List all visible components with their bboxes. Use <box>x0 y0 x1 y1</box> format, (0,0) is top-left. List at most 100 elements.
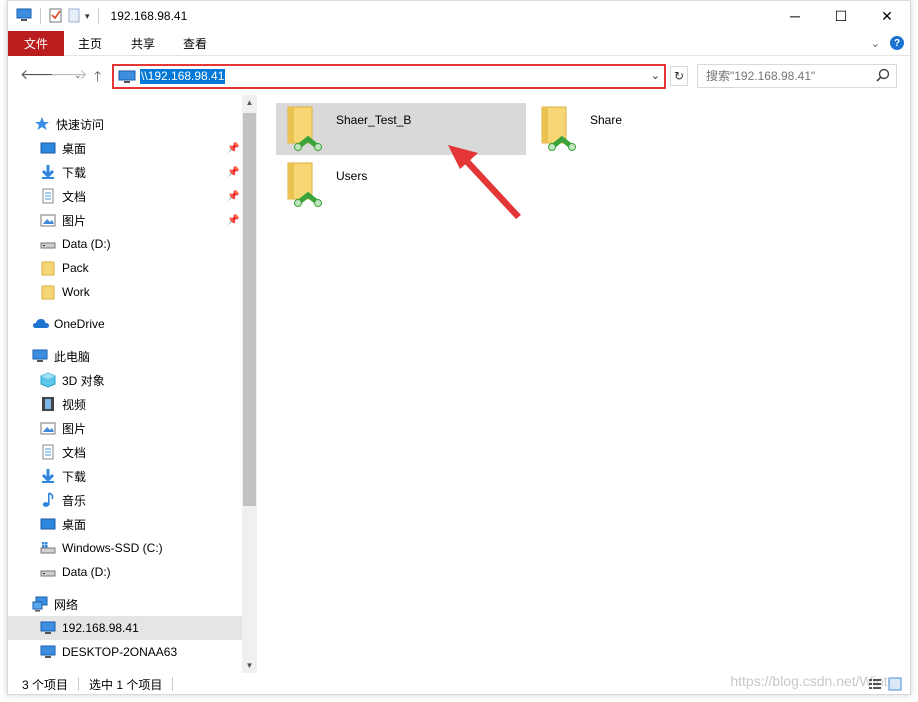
share-item-shaer-test-b[interactable]: Shaer_Test_B <box>276 103 526 155</box>
download-icon <box>40 468 56 484</box>
document-icon <box>40 444 56 460</box>
share-item-users[interactable]: Users <box>276 159 526 211</box>
nav-label: 音乐 <box>62 493 87 508</box>
expand-ribbon-icon[interactable]: ⌄ <box>871 37 880 50</box>
network-folder-icon <box>280 103 328 155</box>
nav-label: 快速访问 <box>56 117 105 132</box>
tab-view[interactable]: 查看 <box>170 31 220 56</box>
item-count: 3 个项目 <box>22 677 69 692</box>
search-input[interactable] <box>706 69 876 83</box>
nav-item-work[interactable]: Work <box>40 280 90 304</box>
nav-label: 文档 <box>62 445 87 460</box>
close-button[interactable]: ✕ <box>864 1 910 31</box>
search-icon[interactable] <box>876 68 890 85</box>
status-bar: 3 个项目 选中 1 个项目 https://blog.csdn.net/Win… <box>8 673 910 694</box>
nav-item-data-d-pc[interactable]: Data (D:) <box>40 560 111 584</box>
share-item-share[interactable]: Share <box>530 103 780 155</box>
tab-share[interactable]: 共享 <box>118 31 168 56</box>
help-icon[interactable]: ? <box>890 36 904 50</box>
cube-icon <box>40 372 56 388</box>
nav-label: Work <box>62 285 90 299</box>
up-button[interactable]: 🡑 <box>94 66 101 90</box>
computer-icon[interactable] <box>16 8 32 25</box>
download-icon <box>40 164 56 180</box>
address-dropdown-icon[interactable]: ⌄ <box>651 69 660 82</box>
new-folder-icon[interactable] <box>67 7 81 26</box>
nav-label: OneDrive <box>54 317 105 331</box>
desktop-icon <box>40 140 56 156</box>
nav-item-windows-ssd[interactable]: Windows-SSD (C:) <box>40 536 163 560</box>
drive-icon <box>40 564 56 580</box>
view-toggle <box>868 677 902 694</box>
large-icons-view-icon[interactable] <box>888 677 902 694</box>
picture-icon <box>40 212 56 228</box>
properties-icon[interactable] <box>49 7 63 26</box>
scroll-thumb[interactable] <box>243 113 256 506</box>
computer-icon <box>40 644 56 660</box>
nav-item-3d-objects[interactable]: 3D 对象 <box>40 368 105 392</box>
nav-label: 图片 <box>62 213 87 228</box>
tab-file[interactable]: 文件 <box>8 30 64 56</box>
pin-icon: 📌 <box>227 167 240 178</box>
details-view-icon[interactable] <box>868 677 882 694</box>
navigation-bar: 🡐 🡒 ⌄ 🡑 \\192.168.98.41 ⌄ ↻ <box>8 57 910 95</box>
network-folder-icon <box>280 159 328 211</box>
search-box[interactable] <box>697 64 897 88</box>
selected-count: 选中 1 个项目 <box>89 677 163 692</box>
nav-label: 下载 <box>62 469 87 484</box>
nav-item-documents[interactable]: 文档 <box>40 184 86 208</box>
window-controls: ─ ☐ ✕ <box>772 1 910 31</box>
nav-item-desktop-pc[interactable]: 桌面 <box>40 512 86 536</box>
navigation-pane: 快速访问 桌面 📌 下载 📌 文档 📌 图片 📌 Data (D:) Pack <box>8 95 258 673</box>
nav-label: 3D 对象 <box>62 373 105 388</box>
nav-item-downloads-pc[interactable]: 下载 <box>40 464 86 488</box>
nav-item-desktop-2onaa63[interactable]: DESKTOP-2ONAA63 <box>40 640 177 664</box>
minimize-button[interactable]: ─ <box>772 1 818 31</box>
ribbon-tabs: 文件 主页 共享 查看 ⌄ ? <box>8 30 910 56</box>
nav-item-host-192-168-98-41[interactable]: 192.168.98.41 <box>8 616 242 640</box>
ribbon-right: ⌄ ? <box>871 36 904 50</box>
nav-label: 文档 <box>62 189 87 204</box>
nav-item-videos[interactable]: 视频 <box>40 392 86 416</box>
nav-label: Windows-SSD (C:) <box>62 541 163 555</box>
refresh-button[interactable]: ↻ <box>670 66 688 86</box>
network-icon <box>32 596 48 612</box>
music-note-icon <box>40 492 56 508</box>
quick-access-toolbar: ▾ <box>16 7 103 26</box>
nav-label: Data (D:) <box>62 237 111 251</box>
nav-label: 192.168.98.41 <box>62 621 139 635</box>
customize-toolbar-icon[interactable]: ▾ <box>85 11 90 22</box>
pin-icon: 📌 <box>227 191 240 202</box>
nav-quick-access[interactable]: 快速访问 <box>34 112 104 136</box>
nav-this-pc[interactable]: 此电脑 <box>32 344 90 368</box>
address-text[interactable]: \\192.168.98.41 <box>140 69 226 84</box>
item-label: Share <box>590 113 623 127</box>
nav-label: 图片 <box>62 421 87 436</box>
explorer-window: ▾ 192.168.98.41 ─ ☐ ✕ 文件 主页 共享 查看 ⌄ ? 🡐 … <box>7 0 911 695</box>
item-label: Users <box>336 169 368 183</box>
nav-item-data-d[interactable]: Data (D:) <box>40 232 111 256</box>
scroll-down-icon[interactable]: ▼ <box>242 658 257 673</box>
nav-label: Pack <box>62 261 89 275</box>
nav-label: 桌面 <box>62 517 87 532</box>
nav-item-documents-pc[interactable]: 文档 <box>40 440 86 464</box>
address-bar[interactable]: \\192.168.98.41 ⌄ <box>112 64 666 89</box>
recent-locations-icon[interactable]: ⌄ <box>74 70 82 81</box>
nav-item-pack[interactable]: Pack <box>40 256 89 280</box>
nav-item-downloads[interactable]: 下载 <box>40 160 86 184</box>
maximize-button[interactable]: ☐ <box>818 1 864 31</box>
tab-home[interactable]: 主页 <box>64 31 116 56</box>
nav-item-pictures[interactable]: 图片 <box>40 208 86 232</box>
nav-item-desktop[interactable]: 桌面 <box>40 136 86 160</box>
computer-icon <box>40 620 56 636</box>
picture-icon <box>40 420 56 436</box>
nav-scrollbar[interactable]: ▲ ▼ <box>242 95 257 673</box>
pin-icon: 📌 <box>227 215 240 226</box>
nav-network[interactable]: 网络 <box>32 592 78 616</box>
nav-onedrive[interactable]: OneDrive <box>32 312 105 336</box>
nav-item-pictures-pc[interactable]: 图片 <box>40 416 86 440</box>
forward-button[interactable]: 🡒 <box>50 66 88 83</box>
window-title: 192.168.98.41 <box>110 9 188 23</box>
nav-item-music[interactable]: 音乐 <box>40 488 86 512</box>
scroll-up-icon[interactable]: ▲ <box>242 95 257 110</box>
